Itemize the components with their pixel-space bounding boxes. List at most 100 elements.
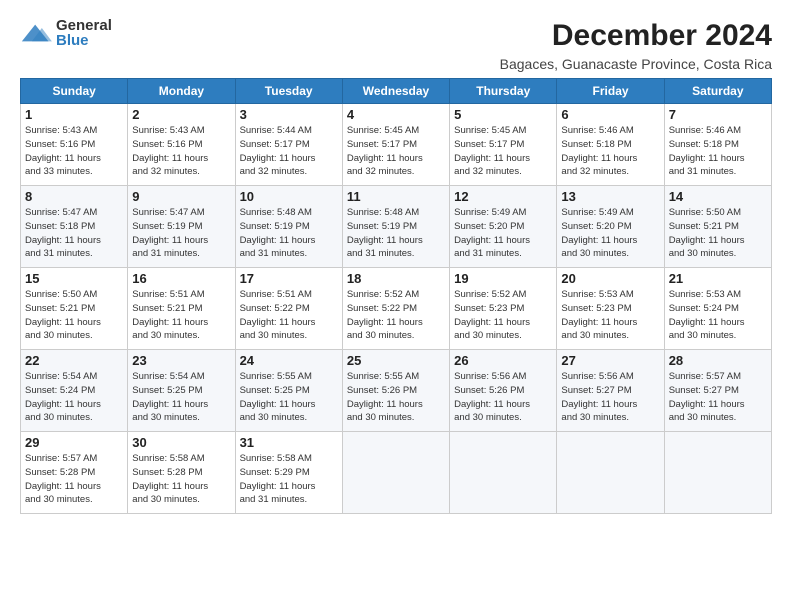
day-info: Sunrise: 5:55 AM Sunset: 5:26 PM Dayligh… — [347, 370, 445, 425]
day-number: 18 — [347, 271, 445, 286]
calendar-cell — [342, 432, 449, 514]
calendar-cell: 14Sunrise: 5:50 AM Sunset: 5:21 PM Dayli… — [664, 186, 771, 268]
logo: General Blue — [20, 18, 112, 48]
calendar-week-row: 1 Sunrise: 5:43 AM Sunset: 5:16 PM Daylig… — [21, 104, 772, 186]
day-info: Sunrise: 5:58 AM Sunset: 5:28 PM Dayligh… — [132, 452, 230, 507]
day-number: 21 — [669, 271, 767, 286]
day-info: Sunrise: 5:47 AM Sunset: 5:19 PM Dayligh… — [132, 206, 230, 261]
day-number: 12 — [454, 189, 552, 204]
calendar-cell: 3Sunrise: 5:44 AM Sunset: 5:17 PM Daylig… — [235, 104, 342, 186]
calendar-table: Sunday Monday Tuesday Wednesday Thursday… — [20, 78, 772, 514]
calendar-cell: 9 Sunrise: 5:47 AM Sunset: 5:19 PM Daylig… — [128, 186, 235, 268]
calendar-cell: 20 Sunrise: 5:53 AM Sunset: 5:23 PM Dayli… — [557, 268, 664, 350]
logo-general-text: General — [56, 18, 112, 33]
day-info: Sunrise: 5:48 AM Sunset: 5:19 PM Dayligh… — [347, 206, 445, 261]
day-info: Sunrise: 5:43 AM Sunset: 5:16 PM Dayligh… — [132, 124, 230, 179]
calendar-cell: 7 Sunrise: 5:46 AM Sunset: 5:18 PM Daylig… — [664, 104, 771, 186]
day-info: Sunrise: 5:56 AM Sunset: 5:26 PM Dayligh… — [454, 370, 552, 425]
day-number: 6 — [561, 107, 659, 122]
day-number: 27 — [561, 353, 659, 368]
day-info: Sunrise: 5:57 AM Sunset: 5:28 PM Dayligh… — [25, 452, 123, 507]
day-number: 5 — [454, 107, 552, 122]
calendar-cell: 12 Sunrise: 5:49 AM Sunset: 5:20 PM Dayli… — [450, 186, 557, 268]
day-info: Sunrise: 5:51 AM Sunset: 5:22 PM Dayligh… — [240, 288, 338, 343]
calendar-cell: 30 Sunrise: 5:58 AM Sunset: 5:28 PM Dayli… — [128, 432, 235, 514]
col-saturday: Saturday — [664, 79, 771, 104]
col-monday: Monday — [128, 79, 235, 104]
calendar-cell: 1 Sunrise: 5:43 AM Sunset: 5:16 PM Daylig… — [21, 104, 128, 186]
day-number: 11 — [347, 189, 445, 204]
day-number: 7 — [669, 107, 767, 122]
day-info: Sunrise: 5:49 AM Sunset: 5:20 PM Dayligh… — [561, 206, 659, 261]
calendar-cell: 19 Sunrise: 5:52 AM Sunset: 5:23 PM Dayli… — [450, 268, 557, 350]
day-info: Sunrise: 5:56 AM Sunset: 5:27 PM Dayligh… — [561, 370, 659, 425]
calendar-week-row: 22Sunrise: 5:54 AM Sunset: 5:24 PM Dayli… — [21, 350, 772, 432]
day-number: 29 — [25, 435, 123, 450]
col-sunday: Sunday — [21, 79, 128, 104]
col-thursday: Thursday — [450, 79, 557, 104]
day-number: 24 — [240, 353, 338, 368]
col-tuesday: Tuesday — [235, 79, 342, 104]
calendar-cell: 26 Sunrise: 5:56 AM Sunset: 5:26 PM Dayli… — [450, 350, 557, 432]
day-info: Sunrise: 5:49 AM Sunset: 5:20 PM Dayligh… — [454, 206, 552, 261]
col-friday: Friday — [557, 79, 664, 104]
calendar-cell: 15Sunrise: 5:50 AM Sunset: 5:21 PM Dayli… — [21, 268, 128, 350]
calendar-cell: 22Sunrise: 5:54 AM Sunset: 5:24 PM Dayli… — [21, 350, 128, 432]
day-number: 31 — [240, 435, 338, 450]
day-number: 15 — [25, 271, 123, 286]
day-number: 25 — [347, 353, 445, 368]
calendar-cell: 24Sunrise: 5:55 AM Sunset: 5:25 PM Dayli… — [235, 350, 342, 432]
logo-text: General Blue — [56, 18, 112, 48]
day-number: 3 — [240, 107, 338, 122]
day-info: Sunrise: 5:52 AM Sunset: 5:22 PM Dayligh… — [347, 288, 445, 343]
calendar-cell: 31 Sunrise: 5:58 AM Sunset: 5:29 PM Dayli… — [235, 432, 342, 514]
calendar-cell: 8Sunrise: 5:47 AM Sunset: 5:18 PM Daylig… — [21, 186, 128, 268]
day-info: Sunrise: 5:58 AM Sunset: 5:29 PM Dayligh… — [240, 452, 338, 507]
day-info: Sunrise: 5:53 AM Sunset: 5:24 PM Dayligh… — [669, 288, 767, 343]
calendar-cell: 21 Sunrise: 5:53 AM Sunset: 5:24 PM Dayli… — [664, 268, 771, 350]
day-info: Sunrise: 5:54 AM Sunset: 5:25 PM Dayligh… — [132, 370, 230, 425]
calendar-cell: 18 Sunrise: 5:52 AM Sunset: 5:22 PM Dayli… — [342, 268, 449, 350]
day-number: 8 — [25, 189, 123, 204]
day-info: Sunrise: 5:46 AM Sunset: 5:18 PM Dayligh… — [561, 124, 659, 179]
day-number: 26 — [454, 353, 552, 368]
logo-icon — [20, 23, 52, 43]
day-number: 28 — [669, 353, 767, 368]
day-number: 1 — [25, 107, 123, 122]
calendar-week-row: 15Sunrise: 5:50 AM Sunset: 5:21 PM Dayli… — [21, 268, 772, 350]
day-number: 16 — [132, 271, 230, 286]
title-block: December 2024 Bagaces, Guanacaste Provin… — [500, 18, 772, 72]
day-info: Sunrise: 5:45 AM Sunset: 5:17 PM Dayligh… — [347, 124, 445, 179]
calendar-cell: 2Sunrise: 5:43 AM Sunset: 5:16 PM Daylig… — [128, 104, 235, 186]
header: General Blue December 2024 Bagaces, Guan… — [20, 18, 772, 72]
calendar-cell — [557, 432, 664, 514]
main-title: December 2024 — [500, 18, 772, 54]
calendar-cell: 17Sunrise: 5:51 AM Sunset: 5:22 PM Dayli… — [235, 268, 342, 350]
day-number: 22 — [25, 353, 123, 368]
day-info: Sunrise: 5:46 AM Sunset: 5:18 PM Dayligh… — [669, 124, 767, 179]
day-number: 30 — [132, 435, 230, 450]
day-info: Sunrise: 5:50 AM Sunset: 5:21 PM Dayligh… — [669, 206, 767, 261]
day-info: Sunrise: 5:53 AM Sunset: 5:23 PM Dayligh… — [561, 288, 659, 343]
day-info: Sunrise: 5:52 AM Sunset: 5:23 PM Dayligh… — [454, 288, 552, 343]
calendar-cell: 28 Sunrise: 5:57 AM Sunset: 5:27 PM Dayli… — [664, 350, 771, 432]
day-info: Sunrise: 5:57 AM Sunset: 5:27 PM Dayligh… — [669, 370, 767, 425]
calendar-cell: 5 Sunrise: 5:45 AM Sunset: 5:17 PM Daylig… — [450, 104, 557, 186]
calendar-cell: 27 Sunrise: 5:56 AM Sunset: 5:27 PM Dayli… — [557, 350, 664, 432]
day-info: Sunrise: 5:45 AM Sunset: 5:17 PM Dayligh… — [454, 124, 552, 179]
calendar-cell: 29 Sunrise: 5:57 AM Sunset: 5:28 PM Dayli… — [21, 432, 128, 514]
calendar-cell — [450, 432, 557, 514]
calendar-cell: 4 Sunrise: 5:45 AM Sunset: 5:17 PM Daylig… — [342, 104, 449, 186]
day-number: 13 — [561, 189, 659, 204]
day-number: 4 — [347, 107, 445, 122]
calendar-cell: 11 Sunrise: 5:48 AM Sunset: 5:19 PM Dayli… — [342, 186, 449, 268]
calendar-header-row: Sunday Monday Tuesday Wednesday Thursday… — [21, 79, 772, 104]
day-number: 19 — [454, 271, 552, 286]
day-number: 9 — [132, 189, 230, 204]
day-info: Sunrise: 5:51 AM Sunset: 5:21 PM Dayligh… — [132, 288, 230, 343]
subtitle: Bagaces, Guanacaste Province, Costa Rica — [500, 56, 772, 72]
day-number: 20 — [561, 271, 659, 286]
day-info: Sunrise: 5:43 AM Sunset: 5:16 PM Dayligh… — [25, 124, 123, 179]
calendar-cell — [664, 432, 771, 514]
calendar-cell: 10Sunrise: 5:48 AM Sunset: 5:19 PM Dayli… — [235, 186, 342, 268]
